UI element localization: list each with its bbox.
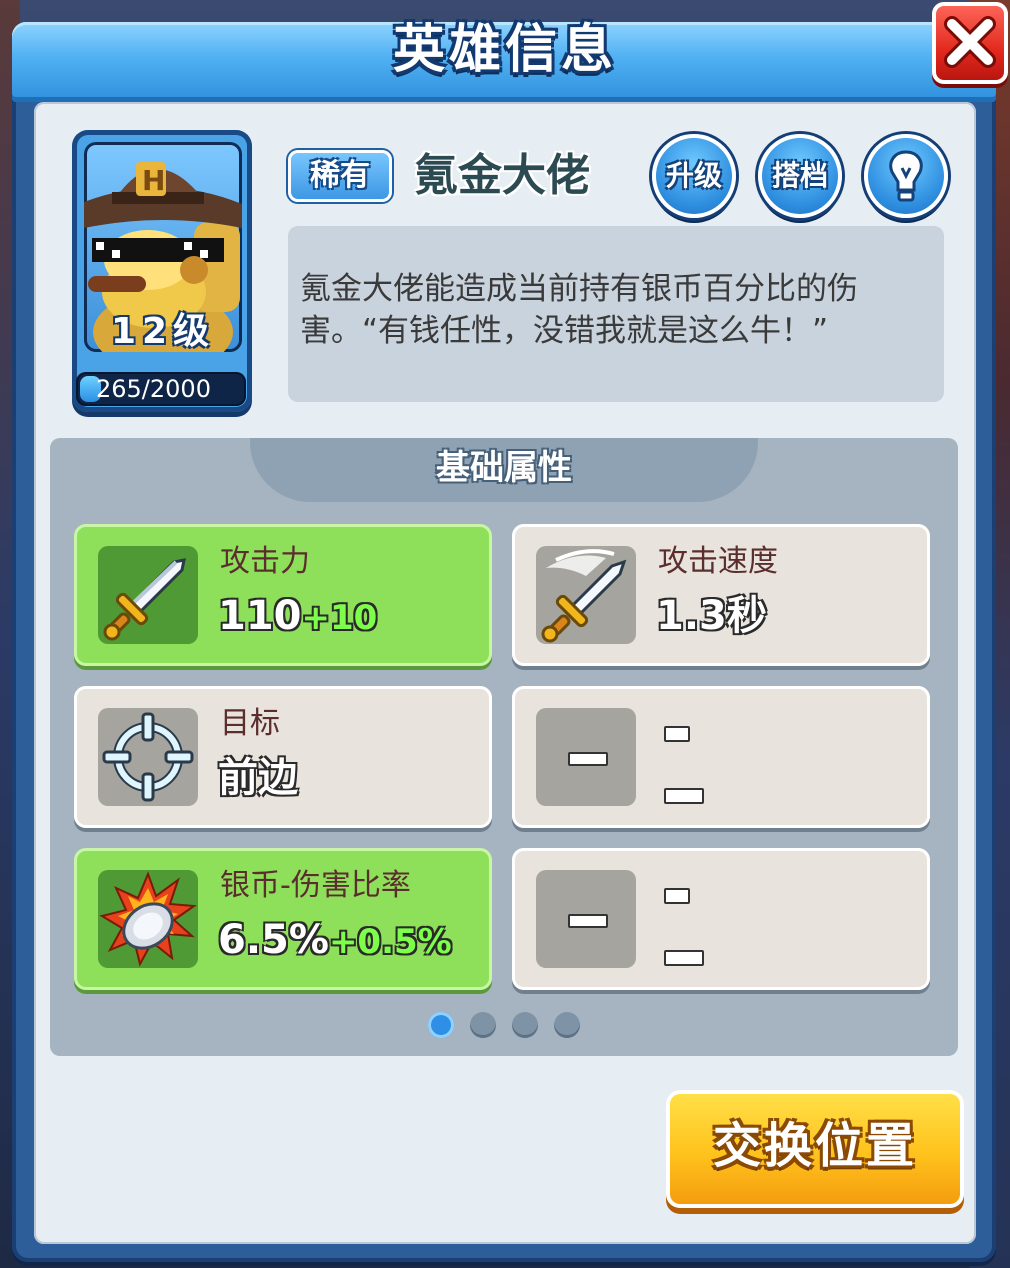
attr-card-empty — [512, 848, 930, 990]
page-dot[interactable] — [428, 1012, 454, 1038]
empty-slot-icon — [536, 870, 636, 968]
close-button[interactable] — [932, 2, 1008, 84]
attr-card-attack-speed: 攻击速度 1.3秒 — [512, 524, 930, 666]
page-dot[interactable] — [470, 1012, 496, 1038]
dialog-title: 英雄信息 — [392, 20, 617, 80]
silver-coin-burst-icon — [98, 870, 198, 968]
hero-description: 氪金大佬能造成当前持有银币百分比的伤害。“有钱任性，没错我就是这么牛！” — [300, 271, 858, 349]
attr-card-empty — [512, 686, 930, 828]
empty-slot-icon — [536, 708, 636, 806]
attr-bonus: +0.5% — [328, 922, 452, 962]
attr-label: 攻击速度 — [658, 544, 778, 579]
attr-card-attack: 攻击力 110+10 — [74, 524, 492, 666]
empty-label-dash — [664, 726, 690, 742]
sword-icon — [98, 546, 198, 644]
empty-value-dash — [664, 788, 704, 804]
attr-card-coin-damage-ratio: 银币-伤害比率 6.5%+0.5% — [74, 848, 492, 990]
attr-label: 银币-伤害比率 — [220, 868, 411, 903]
hero-level: 12级 — [110, 311, 216, 352]
hero-xp-text: 265/2000 — [96, 375, 211, 403]
page-dot[interactable] — [512, 1012, 538, 1038]
lightbulb-icon — [889, 150, 923, 202]
attr-card-target: 目标 前边 — [74, 686, 492, 828]
partner-button[interactable]: 搭档 — [758, 134, 842, 218]
svg-text:H: H — [142, 164, 165, 197]
attr-value: 6.5%+0.5% — [218, 917, 452, 963]
attr-bonus: +10 — [301, 598, 378, 638]
crosshair-icon — [98, 708, 198, 806]
page-indicator — [428, 1012, 588, 1042]
attr-value: 110+10 — [218, 593, 378, 639]
swap-position-button[interactable]: 交换位置 — [666, 1090, 964, 1208]
hero-name: 氪金大佬 — [414, 150, 590, 201]
empty-value-dash — [664, 950, 704, 966]
swinging-sword-icon — [536, 546, 636, 644]
dash-icon — [568, 752, 608, 766]
empty-label-dash — [664, 888, 690, 904]
attr-label: 攻击力 — [220, 544, 310, 579]
rarity-badge: 稀有 — [288, 150, 392, 202]
close-icon — [944, 16, 996, 68]
attr-value: 1.3秒 — [656, 593, 767, 639]
attr-label: 目标 — [220, 706, 280, 741]
hint-button[interactable] — [864, 134, 948, 218]
attr-value: 前边 — [218, 755, 298, 801]
dash-icon — [568, 914, 608, 928]
attributes-title: 基础属性 — [436, 448, 572, 488]
page-dot[interactable] — [554, 1012, 580, 1038]
upgrade-button[interactable]: 升级 — [652, 134, 736, 218]
